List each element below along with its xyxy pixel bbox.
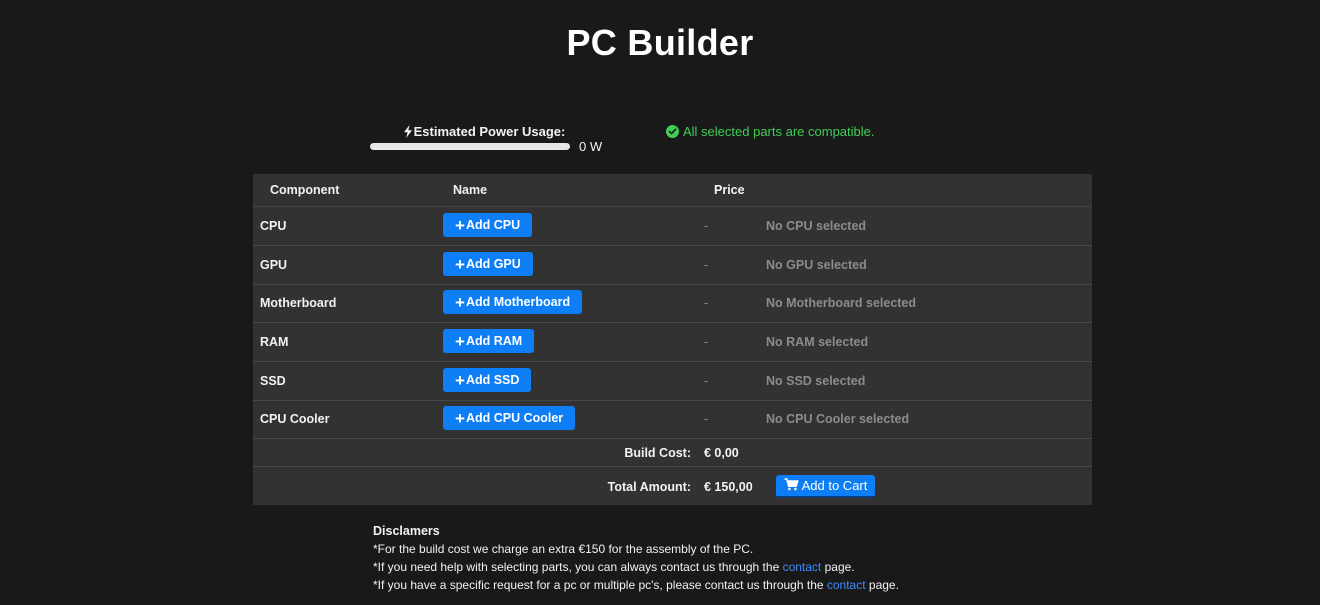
- build-cost-label: Build Cost:: [624, 446, 691, 460]
- page-title: PC Builder: [566, 22, 754, 63]
- lightning-bolt-icon: [403, 125, 413, 141]
- power-usage-bar: [370, 143, 570, 150]
- component-name: CPU: [260, 219, 287, 233]
- power-usage-value: 0 W: [579, 139, 603, 154]
- component-status: No CPU Cooler selected: [766, 412, 910, 426]
- component-price: -: [704, 219, 709, 233]
- compatibility-status: All selected parts are compatible.: [666, 124, 874, 139]
- power-usage-label: Estimated Power Usage:: [413, 124, 566, 139]
- table-row: GPU + Add GPU - No GPU selected: [253, 246, 1092, 285]
- disclaimer-line: *If you have a specific request for a pc…: [373, 576, 1073, 594]
- disclaimers: Disclamers *For the build cost we charge…: [373, 522, 1073, 594]
- plus-icon: +: [455, 408, 465, 428]
- add-gpu-button-label: Add GPU: [465, 257, 521, 271]
- plus-icon: +: [455, 331, 465, 351]
- component-name: SSD: [260, 374, 286, 388]
- add-to-cart-button[interactable]: Add to Cart: [776, 475, 875, 498]
- component-price: -: [704, 412, 709, 426]
- power-usage-label-wrap: Estimated Power Usage:: [369, 124, 599, 141]
- total-amount-label: Total Amount:: [607, 480, 691, 494]
- check-circle-icon: [666, 125, 679, 138]
- component-status: No SSD selected: [766, 374, 866, 388]
- add-cpu-button-label: Add CPU: [465, 218, 521, 232]
- disclaimer-text: *If you need help with selecting parts, …: [373, 560, 783, 574]
- component-status: No GPU selected: [766, 258, 867, 272]
- plus-icon: +: [455, 215, 465, 235]
- add-gpu-button[interactable]: + Add GPU: [443, 252, 533, 276]
- component-price: -: [704, 258, 709, 272]
- add-cpu-cooler-button-label: Add CPU Cooler: [465, 411, 564, 425]
- contact-link[interactable]: contact: [827, 578, 866, 592]
- header-component: Component: [270, 183, 340, 197]
- component-status: No Motherboard selected: [766, 296, 917, 310]
- add-ssd-button[interactable]: + Add SSD: [443, 368, 532, 392]
- add-motherboard-button-label: Add Motherboard: [465, 295, 571, 309]
- header-name: Name: [453, 183, 488, 197]
- component-status: No CPU selected: [766, 219, 867, 233]
- table-row: CPU Cooler + Add CPU Cooler - No CPU Cool…: [253, 400, 1092, 439]
- add-cpu-button[interactable]: + Add CPU: [443, 213, 533, 237]
- component-status: No RAM selected: [766, 335, 869, 349]
- power-usage: Estimated Power Usage: 0 W: [369, 123, 609, 157]
- plus-icon: +: [455, 254, 465, 274]
- header-price: Price: [714, 183, 745, 197]
- component-name: Motherboard: [260, 296, 337, 310]
- component-name: CPU Cooler: [260, 412, 330, 426]
- add-cpu-cooler-button[interactable]: + Add CPU Cooler: [443, 406, 576, 430]
- add-ssd-button-label: Add SSD: [465, 373, 520, 387]
- table-row: Motherboard + Add Motherboard - No Mother…: [253, 284, 1092, 323]
- build-cost-value: € 0,00: [704, 446, 739, 460]
- component-name: RAM: [260, 335, 289, 349]
- add-ram-button-label: Add RAM: [465, 334, 523, 348]
- table-row: CPU + Add CPU - No CPU selected: [253, 207, 1092, 246]
- shopping-cart-icon: [784, 477, 799, 494]
- component-name: GPU: [260, 258, 288, 272]
- disclaimer-line: *For the build cost we charge an extra €…: [373, 542, 754, 556]
- add-motherboard-button[interactable]: + Add Motherboard: [443, 290, 583, 314]
- add-ram-button[interactable]: + Add RAM: [443, 329, 535, 353]
- add-to-cart-label: Add to Cart: [801, 478, 868, 493]
- components-table: Component Name Price CPU + Add CPU - No C…: [253, 174, 1092, 505]
- contact-link[interactable]: contact: [783, 560, 822, 574]
- disclaimer-text: page.: [821, 560, 855, 574]
- table-header: Component Name Price: [253, 174, 1092, 207]
- disclaimer-text: *If you have a specific request for a pc…: [373, 578, 827, 592]
- total-amount-value: € 150,00: [704, 480, 753, 494]
- table-row: SSD + Add SSD - No SSD selected: [253, 362, 1092, 401]
- compatibility-message: All selected parts are compatible.: [683, 124, 875, 139]
- plus-icon: +: [455, 370, 465, 390]
- component-price: -: [704, 374, 709, 388]
- disclaimer-line: *If you need help with selecting parts, …: [373, 558, 1073, 576]
- disclaimers-heading: Disclamers: [373, 524, 440, 538]
- total-amount-row: Total Amount: € 150,00 Add to Cart: [253, 467, 1092, 505]
- component-price: -: [704, 296, 709, 310]
- table-row: RAM + Add RAM - No RAM selected: [253, 323, 1092, 362]
- plus-icon: +: [455, 292, 465, 312]
- disclaimer-text: page.: [865, 578, 899, 592]
- component-price: -: [704, 335, 709, 349]
- build-cost-row: Build Cost: € 0,00: [253, 439, 1092, 467]
